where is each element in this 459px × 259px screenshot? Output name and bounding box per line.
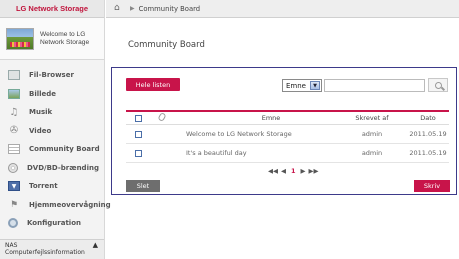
welcome-line-2: Network Storage (40, 38, 90, 46)
sidebar: LG Network Storage Welcome to LG Network… (0, 0, 111, 259)
nas-footer-title: NAS (5, 242, 18, 249)
torrent-icon: ▼ (8, 181, 20, 192)
header-subject[interactable]: Emne (186, 114, 356, 122)
row-subject[interactable]: It's a beautiful day (186, 149, 356, 157)
sidebar-item-label: Fil-Browser (29, 71, 74, 80)
welcome-thumbnail (6, 27, 34, 50)
chevron-down-icon[interactable]: ▼ (310, 81, 320, 90)
expand-up-icon[interactable]: ▲ (93, 242, 98, 249)
sidebar-item-dvd-burning[interactable]: DVD/BD-brænding (0, 159, 104, 178)
last-page-icon[interactable]: ▶▶ (309, 167, 319, 175)
search-field-select[interactable]: Emne ▼ (282, 79, 322, 92)
welcome-panel: Welcome to LG Network Storage (0, 18, 104, 60)
table-row[interactable]: Welcome to LG Network Storage admin 2011… (126, 125, 449, 144)
welcome-line-1: Welcome to LG (40, 30, 86, 38)
sidebar-item-label: Billede (29, 89, 57, 98)
row-date: 2011.05.19 (409, 149, 447, 157)
current-page[interactable]: 1 (291, 167, 296, 175)
search-input[interactable] (324, 79, 425, 92)
video-icon: ✇ (9, 125, 19, 137)
all-list-button[interactable]: Hele listen (126, 78, 180, 91)
sidebar-item-community-board[interactable]: Community Board (0, 140, 104, 159)
sidebar-item-label: Hjemmeovervågning (29, 200, 111, 209)
settings-icon (8, 218, 18, 229)
nas-footer-subtitle: Computerfejlssinformation (5, 249, 85, 256)
sidebar-nav: Fil-Browser Billede ♫ Musik ✇ Video Comm… (0, 66, 111, 233)
sidebar-item-label: Konfiguration (27, 219, 81, 228)
camera-icon: ⚑ (9, 199, 19, 210)
disc-icon (8, 162, 18, 173)
row-subject[interactable]: Welcome to LG Network Storage (186, 130, 356, 138)
next-page-icon[interactable]: ▶ (301, 167, 306, 175)
sidebar-item-music[interactable]: ♫ Musik (0, 103, 104, 122)
table-header: Emne Skrevet af Dato (126, 110, 449, 125)
nas-info-footer[interactable]: NAS Computerfejlssinformation ▲ (0, 239, 104, 259)
welcome-text: Welcome to LG Network Storage (40, 31, 89, 47)
brand-title: LG Network Storage (15, 4, 89, 13)
sidebar-item-configuration[interactable]: Konfiguration (0, 214, 104, 233)
breadcrumb-separator-icon: ▶ (130, 5, 135, 12)
search-icon (434, 81, 442, 89)
music-icon: ♫ (9, 106, 19, 118)
top-breadcrumb-bar: ⌂ ▶ Community Board (106, 0, 459, 18)
sidebar-item-label: Musik (29, 108, 53, 117)
table-row[interactable]: It's a beautiful day admin 2011.05.19 (126, 144, 449, 163)
home-icon[interactable]: ⌂ (114, 4, 124, 13)
sidebar-item-photo[interactable]: Billede (0, 85, 104, 104)
breadcrumb: Community Board (138, 4, 201, 13)
pagination: ◀◀ ◀ 1 ▶ ▶▶ (268, 167, 319, 175)
row-author: admin (361, 149, 383, 157)
header-date[interactable]: Dato (408, 114, 448, 122)
board-panel: Hele listen Emne ▼ Emne Skrevet af Dato … (111, 67, 457, 195)
page-title: Community Board (128, 40, 205, 50)
sidebar-item-torrent[interactable]: ▼ Torrent (0, 177, 104, 196)
row-author: admin (361, 130, 383, 138)
brand-header: LG Network Storage (0, 0, 104, 18)
file-browser-icon (8, 70, 20, 81)
search-button[interactable] (428, 78, 448, 92)
sidebar-item-label: Video (29, 126, 52, 135)
board-icon (8, 144, 20, 155)
attachment-column-icon (157, 112, 167, 123)
header-author[interactable]: Skrevet af (352, 114, 392, 122)
select-all-checkbox[interactable] (135, 114, 142, 122)
photo-icon (8, 88, 20, 99)
write-button[interactable]: Skriv (414, 180, 450, 192)
row-date: 2011.05.19 (409, 130, 447, 138)
sidebar-item-label: Community Board (29, 145, 100, 154)
first-page-icon[interactable]: ◀◀ (268, 167, 278, 175)
sidebar-item-video[interactable]: ✇ Video (0, 122, 104, 141)
sidebar-item-home-surveillance[interactable]: ⚑ Hjemmeovervågning (0, 196, 111, 215)
row-checkbox[interactable] (135, 130, 142, 138)
sidebar-item-label: DVD/BD-brænding (27, 163, 99, 172)
delete-button[interactable]: Slet (126, 180, 160, 192)
prev-page-icon[interactable]: ◀ (281, 167, 286, 175)
sidebar-item-file-browser[interactable]: Fil-Browser (0, 66, 104, 85)
sidebar-item-label: Torrent (29, 182, 58, 191)
row-checkbox[interactable] (135, 149, 142, 157)
search-field-value: Emne (286, 81, 306, 90)
